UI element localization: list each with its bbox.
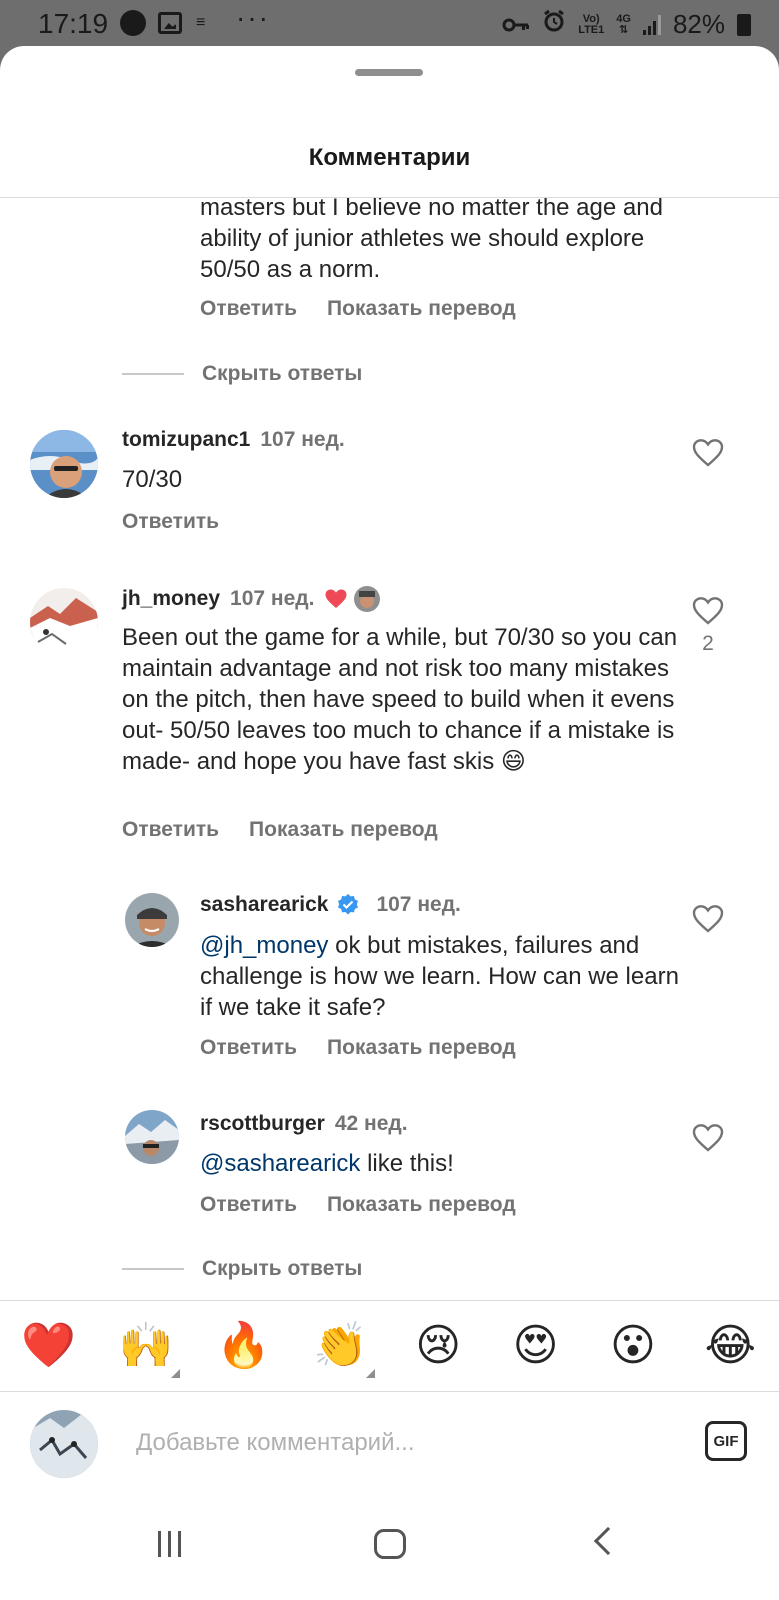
show-translation-button[interactable]: Показать перевод <box>249 818 438 842</box>
battery-percent: 82% <box>672 9 725 39</box>
emoji-surprised-button[interactable]: 😮 <box>601 1324 665 1368</box>
mention-link[interactable]: @sasharearick <box>200 1150 360 1177</box>
network-gen-indicator: 4G ⇅ <box>616 13 631 36</box>
comment-actions: Ответить Показать перевод <box>122 818 438 842</box>
comment-actions: Ответить <box>122 510 219 534</box>
mention-link[interactable]: @jh_money <box>200 932 328 959</box>
author-liked-heart-icon <box>324 588 348 610</box>
comment-text: @jh_money ok but mistakes, failures and … <box>200 930 680 1023</box>
like-heart-icon[interactable] <box>692 904 724 934</box>
hide-replies-button[interactable]: Скрыть ответы <box>122 1257 362 1281</box>
battery-icon <box>737 13 751 36</box>
emoji-raised-hands-glyph: 🙌 <box>118 1321 174 1370</box>
comment-meta: tomizupanc1 107 нед. <box>122 428 345 452</box>
emoji-joy-button[interactable]: 😂 <box>698 1324 762 1368</box>
comment-meta: sasharearick 107 нед. <box>200 893 461 917</box>
emoji-reaction-bar: ❤️ 🙌 🔥 👏 😢 😍 😮 😂 <box>0 1300 779 1392</box>
username[interactable]: jh_money <box>122 587 220 611</box>
reply-button[interactable]: Ответить <box>122 510 219 534</box>
comment-actions: Ответить Показать перевод <box>200 1193 516 1217</box>
comment-text: 70/30 <box>122 466 183 493</box>
back-icon[interactable] <box>593 1526 623 1556</box>
emoji-heart-eyes-button[interactable]: 😍 <box>504 1324 568 1368</box>
current-user-avatar <box>30 1410 98 1478</box>
recent-apps-icon[interactable] <box>158 1531 181 1557</box>
emoji-crying-button[interactable]: 😢 <box>406 1324 470 1368</box>
username[interactable]: tomizupanc1 <box>122 428 250 452</box>
comment-input[interactable] <box>136 1423 656 1463</box>
comments-list[interactable]: masters but I believe no matter the age … <box>0 198 779 1346</box>
status-bar: 17:19 ≡ ··· Vo) LTE1 4G ⇅ 82% <box>0 0 779 46</box>
verified-badge-icon <box>336 893 360 917</box>
comment-meta: rscottburger 42 нед. <box>200 1112 408 1136</box>
gif-button[interactable]: GIF <box>705 1421 747 1461</box>
avatar[interactable] <box>30 430 98 498</box>
comment-text: Been out the game for a while, but 70/30… <box>122 624 678 775</box>
home-icon[interactable] <box>374 1529 406 1559</box>
comment-body: like this! <box>360 1150 454 1177</box>
reply-button[interactable]: Ответить <box>200 1193 297 1217</box>
username[interactable]: sasharearick <box>200 893 328 917</box>
sheet-title: Комментарии <box>308 144 471 171</box>
like-heart-icon[interactable] <box>692 596 724 626</box>
hide-replies-label: Скрыть ответы <box>202 1257 363 1280</box>
alarm-icon <box>542 9 566 40</box>
hide-replies-label: Скрыть ответы <box>202 362 363 385</box>
gallery-icon <box>158 12 182 34</box>
notes-icon: ≡ <box>196 14 206 31</box>
comment-text: @sasharearick like this! <box>200 1148 680 1179</box>
comment-time: 42 нед. <box>334 1112 408 1135</box>
emoji-clap-button[interactable]: 👏 <box>309 1321 375 1378</box>
comment-partial: masters but I believe no matter the age … <box>200 198 680 321</box>
avatar[interactable] <box>30 588 98 656</box>
reply-button[interactable]: Ответить <box>122 818 219 842</box>
emoji-heart-button[interactable]: ❤️ <box>17 1324 81 1368</box>
status-right: Vo) LTE1 4G ⇅ 82% <box>502 9 751 40</box>
comment-text: masters but I believe no matter the age … <box>200 198 663 283</box>
like-heart-icon[interactable] <box>692 438 724 468</box>
comment-time: 107 нед. <box>260 428 345 451</box>
hide-replies-line <box>122 373 184 375</box>
lte-label: LTE1 <box>578 23 605 36</box>
data-arrows-icon: ⇅ <box>619 23 629 36</box>
comment-meta: jh_money 107 нед. <box>122 586 381 612</box>
status-time: 17:19 <box>38 8 109 39</box>
username[interactable]: rscottburger <box>200 1112 325 1136</box>
reply-button[interactable]: Ответить <box>200 297 297 321</box>
show-translation-button[interactable]: Показать перевод <box>327 297 516 321</box>
volte-indicator: Vo) LTE1 <box>578 13 605 36</box>
like-count[interactable]: 2 <box>692 632 724 656</box>
hide-replies-button[interactable]: Скрыть ответы <box>122 362 362 386</box>
skin-tone-indicator-icon <box>171 1369 181 1378</box>
system-nav-bar <box>0 1493 779 1600</box>
like-heart-icon[interactable] <box>692 1123 724 1153</box>
avatar[interactable] <box>125 1110 179 1164</box>
emoji-fire-button[interactable]: 🔥 <box>211 1324 275 1368</box>
key-icon <box>502 9 530 40</box>
emoji-raised-hands-button[interactable]: 🙌 <box>114 1321 181 1378</box>
comment-input-bar: GIF <box>0 1393 779 1493</box>
show-translation-button[interactable]: Показать перевод <box>327 1193 516 1217</box>
signal-icon <box>642 14 661 35</box>
comment-time: 107 нед. <box>376 893 461 916</box>
show-translation-button[interactable]: Показать перевод <box>327 1036 516 1060</box>
emoji-clap-glyph: 👏 <box>313 1321 369 1370</box>
comment-time: 107 нед. <box>230 587 315 610</box>
notification-dot-icon <box>120 10 146 36</box>
author-mini-avatar <box>354 586 381 612</box>
sheet-drag-handle[interactable] <box>355 69 423 76</box>
comment-actions: Ответить Показать перевод <box>200 297 680 321</box>
hide-replies-line <box>122 1268 184 1270</box>
more-notifications-icon: ··· <box>236 2 270 33</box>
skin-tone-indicator-icon <box>365 1369 375 1378</box>
comment-actions: Ответить Показать перевод <box>200 1036 516 1060</box>
reply-button[interactable]: Ответить <box>200 1036 297 1060</box>
avatar[interactable] <box>125 893 179 947</box>
